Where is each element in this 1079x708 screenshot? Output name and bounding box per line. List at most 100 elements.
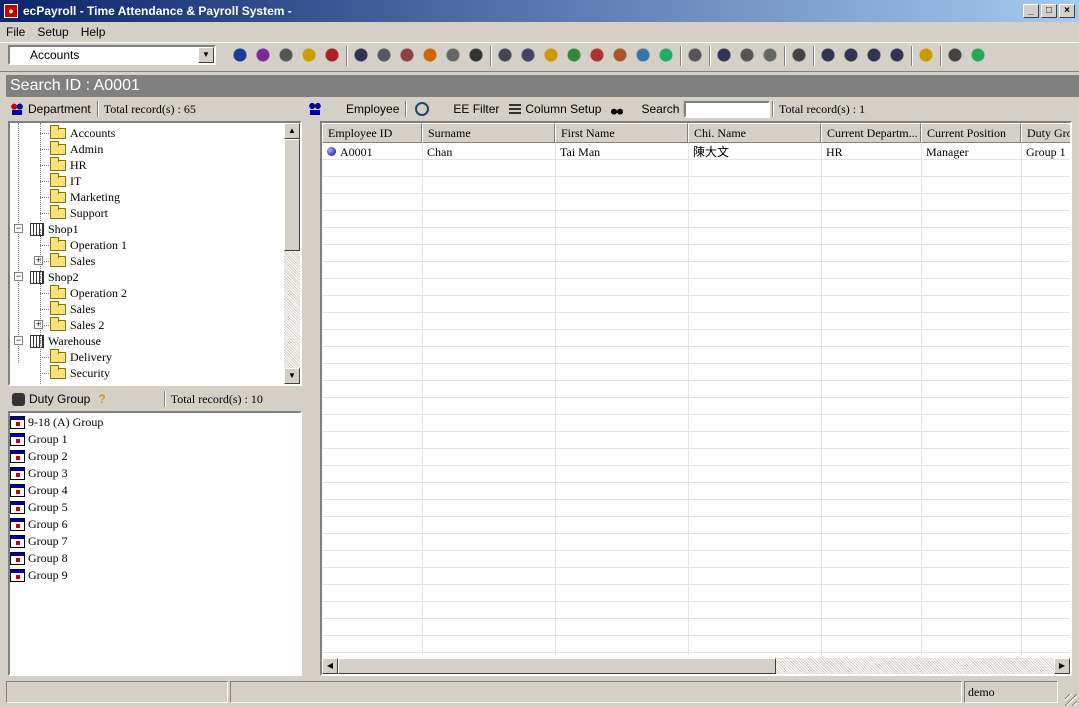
globe-pin-icon[interactable] (633, 46, 653, 66)
employee-label[interactable]: Employee (346, 100, 399, 118)
tree-branch[interactable]: Shop2 (30, 269, 79, 285)
scroll-left-icon[interactable]: ◀ (322, 658, 338, 674)
table-cell[interactable]: Group 1 (1021, 144, 1070, 161)
edit-icon[interactable] (737, 46, 757, 66)
clock-icon[interactable] (466, 46, 486, 66)
collapse-icon[interactable]: − (14, 224, 23, 233)
column-header[interactable]: Employee ID (322, 123, 422, 143)
department-tree[interactable]: Accounts Admin HR IT Marketing Support Shop1 − O… (8, 121, 302, 386)
tree-icon[interactable] (818, 46, 838, 66)
scroll-right-icon[interactable]: ▶ (1054, 658, 1070, 674)
printer-icon[interactable] (685, 46, 705, 66)
duty-group-item[interactable]: Group 1 (10, 431, 68, 448)
tools-icon[interactable] (760, 46, 780, 66)
scroll-down-icon[interactable]: ▼ (284, 368, 300, 384)
tree-item[interactable]: HR (50, 156, 87, 173)
employee-icon[interactable] (308, 103, 322, 115)
menu-help[interactable]: Help (81, 25, 106, 39)
tree-item[interactable]: Operation 2 (50, 284, 127, 301)
table-cell[interactable]: A0001 (322, 144, 422, 161)
list-icon[interactable] (864, 46, 884, 66)
minimize-button[interactable]: _ (1023, 4, 1039, 18)
tree-item[interactable]: Accounts (50, 124, 115, 141)
table-cell[interactable]: Chan (422, 144, 555, 161)
grid-icon[interactable] (887, 46, 907, 66)
tree-item[interactable]: Admin (50, 140, 103, 157)
duty-group-list[interactable]: 9-18 (A) Group Group 1 Group 2 Group 3 Group… (8, 411, 302, 676)
app-icon[interactable]: ● (4, 4, 18, 18)
duty-group-item[interactable]: Group 7 (10, 533, 68, 550)
tree-item[interactable]: Delivery (50, 348, 112, 365)
refresh-icon[interactable] (789, 46, 809, 66)
user-switch-icon[interactable] (945, 46, 965, 66)
tree-scrollbar[interactable]: ▲ ▼ (284, 123, 300, 384)
tree-item[interactable]: Operation 1 (50, 236, 127, 253)
hierarchy-icon[interactable] (841, 46, 861, 66)
tree-item[interactable]: Security (50, 364, 110, 381)
help-icon[interactable] (916, 46, 936, 66)
report-icon[interactable] (374, 46, 394, 66)
employee-group-icon[interactable] (230, 46, 250, 66)
envelope-icon[interactable] (518, 46, 538, 66)
close-button[interactable]: × (1059, 4, 1075, 18)
expand-icon[interactable]: + (34, 256, 43, 265)
tree-item[interactable]: Support (50, 204, 108, 221)
menu-setup[interactable]: Setup (37, 25, 68, 39)
tree-item[interactable]: Marketing (50, 188, 120, 205)
duty-group-item[interactable]: Group 5 (10, 499, 68, 516)
book-icon[interactable] (322, 46, 342, 66)
binoculars-icon[interactable] (611, 103, 624, 115)
column-setup-button[interactable]: Column Setup (525, 100, 601, 118)
copy-icon[interactable] (495, 46, 515, 66)
duty-group-item[interactable]: Group 3 (10, 465, 68, 482)
department-combo[interactable]: Accounts ▼ (8, 45, 216, 65)
duty-group-item[interactable]: Group 8 (10, 550, 68, 567)
resize-grip-icon[interactable] (1065, 694, 1077, 706)
magnifier-icon[interactable] (415, 102, 430, 116)
duty-icon[interactable] (276, 46, 296, 66)
runner-icon[interactable] (564, 46, 584, 66)
exit-door-icon[interactable] (968, 46, 988, 66)
folder-icon[interactable] (299, 46, 319, 66)
column-header[interactable]: Current Departm... (821, 123, 921, 143)
grid-scroll-thumb[interactable] (338, 658, 776, 674)
calendar-icon[interactable] (351, 46, 371, 66)
menu-file[interactable]: File (6, 25, 25, 39)
table-cell[interactable]: HR (821, 144, 921, 161)
help-icon[interactable]: ? (98, 390, 105, 408)
monitor-icon[interactable] (714, 46, 734, 66)
duty-group-item[interactable]: Group 6 (10, 516, 68, 533)
column-header[interactable]: Duty Gro (1021, 123, 1070, 143)
duty-group-item[interactable]: 9-18 (A) Group (10, 414, 103, 431)
table-cell[interactable]: Tai Man (555, 144, 688, 161)
column-header[interactable]: Surname (422, 123, 555, 143)
duty-group-item[interactable]: Group 9 (10, 567, 68, 584)
tree-scroll-thumb[interactable] (284, 139, 300, 251)
globe-icon[interactable] (656, 46, 676, 66)
column-header[interactable]: Chi. Name (688, 123, 821, 143)
duty-group-item[interactable]: Group 2 (10, 448, 68, 465)
settings-icon[interactable] (420, 46, 440, 66)
mail-icon[interactable] (443, 46, 463, 66)
scroll-up-icon[interactable]: ▲ (284, 123, 300, 139)
schedule-icon[interactable] (397, 46, 417, 66)
table-cell[interactable]: 陳大文 (688, 144, 821, 161)
collapse-icon[interactable]: − (14, 272, 23, 281)
column-header[interactable]: Current Position (921, 123, 1021, 143)
tree-item[interactable]: Sales 2 (50, 316, 104, 333)
employee-grid[interactable]: Employee ID Surname First Name Chi. Name Cur… (320, 121, 1072, 676)
home-icon[interactable] (610, 46, 630, 66)
tree-branch[interactable]: Shop1 (30, 221, 79, 237)
chevron-down-icon[interactable]: ▼ (198, 47, 214, 63)
table-cell[interactable]: Manager (921, 144, 1021, 161)
column-header[interactable]: First Name (555, 123, 688, 143)
tree-item[interactable]: Sales (50, 300, 95, 317)
employees-icon[interactable] (253, 46, 273, 66)
expand-icon[interactable]: + (34, 320, 43, 329)
search-id-input[interactable] (684, 101, 770, 118)
tree-item[interactable]: IT (50, 172, 81, 189)
grid-h-scrollbar[interactable]: ◀ ▶ (322, 658, 1070, 674)
maximize-button[interactable]: □ (1041, 4, 1057, 18)
collapse-icon[interactable]: − (14, 336, 23, 345)
column-setup-icon[interactable] (509, 104, 522, 114)
